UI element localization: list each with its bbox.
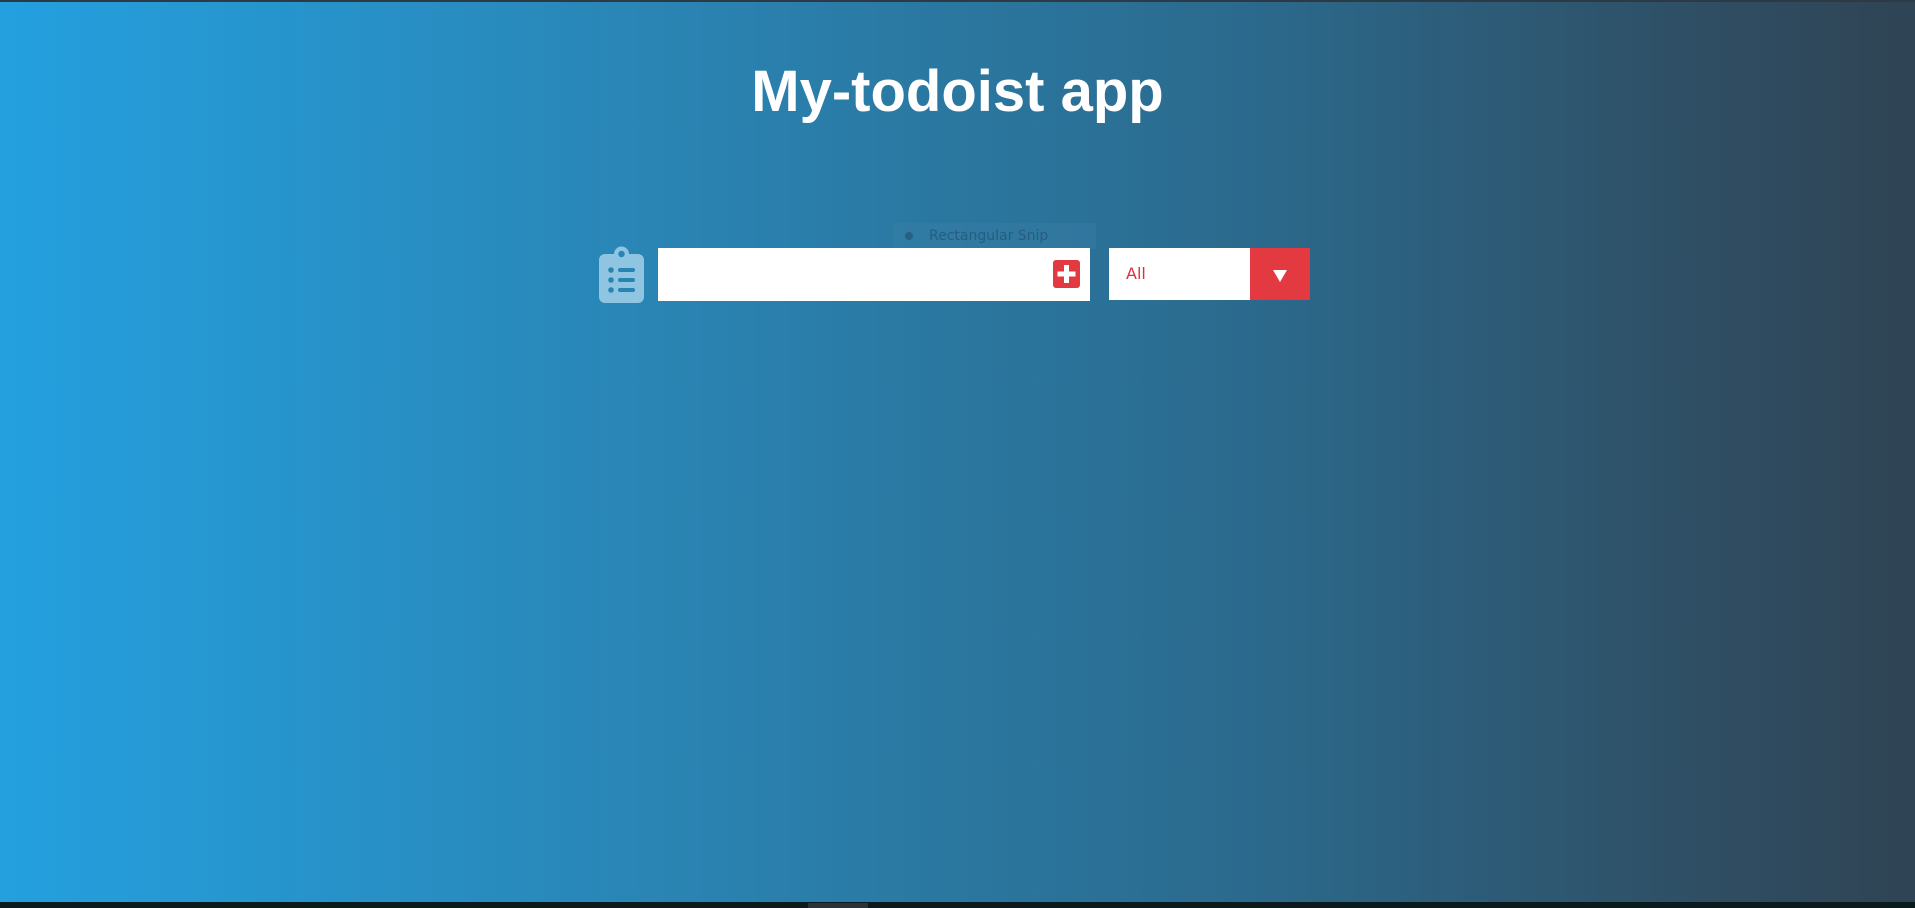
plus-icon <box>1057 265 1076 283</box>
todo-input-container <box>658 248 1090 301</box>
filter-selected-value: All <box>1126 264 1146 283</box>
caret-down-icon <box>1273 270 1287 282</box>
snip-mode-label: Rectangular Snip <box>929 228 1049 244</box>
app-background: My-todoist app Rectangular Snip All <box>0 2 1915 902</box>
todo-input[interactable] <box>658 248 1028 301</box>
filter-dropdown-button[interactable] <box>1250 248 1310 300</box>
snip-tool-overlay: Rectangular Snip <box>893 223 1096 249</box>
add-todo-button[interactable] <box>1053 260 1080 288</box>
taskbar-strip <box>0 902 1915 908</box>
taskbar-handle <box>808 903 868 908</box>
snip-mode-icon <box>905 232 913 240</box>
filter-select[interactable]: All <box>1109 248 1310 300</box>
clipboard-list-icon <box>599 246 644 303</box>
page-title: My-todoist app <box>751 59 1164 124</box>
